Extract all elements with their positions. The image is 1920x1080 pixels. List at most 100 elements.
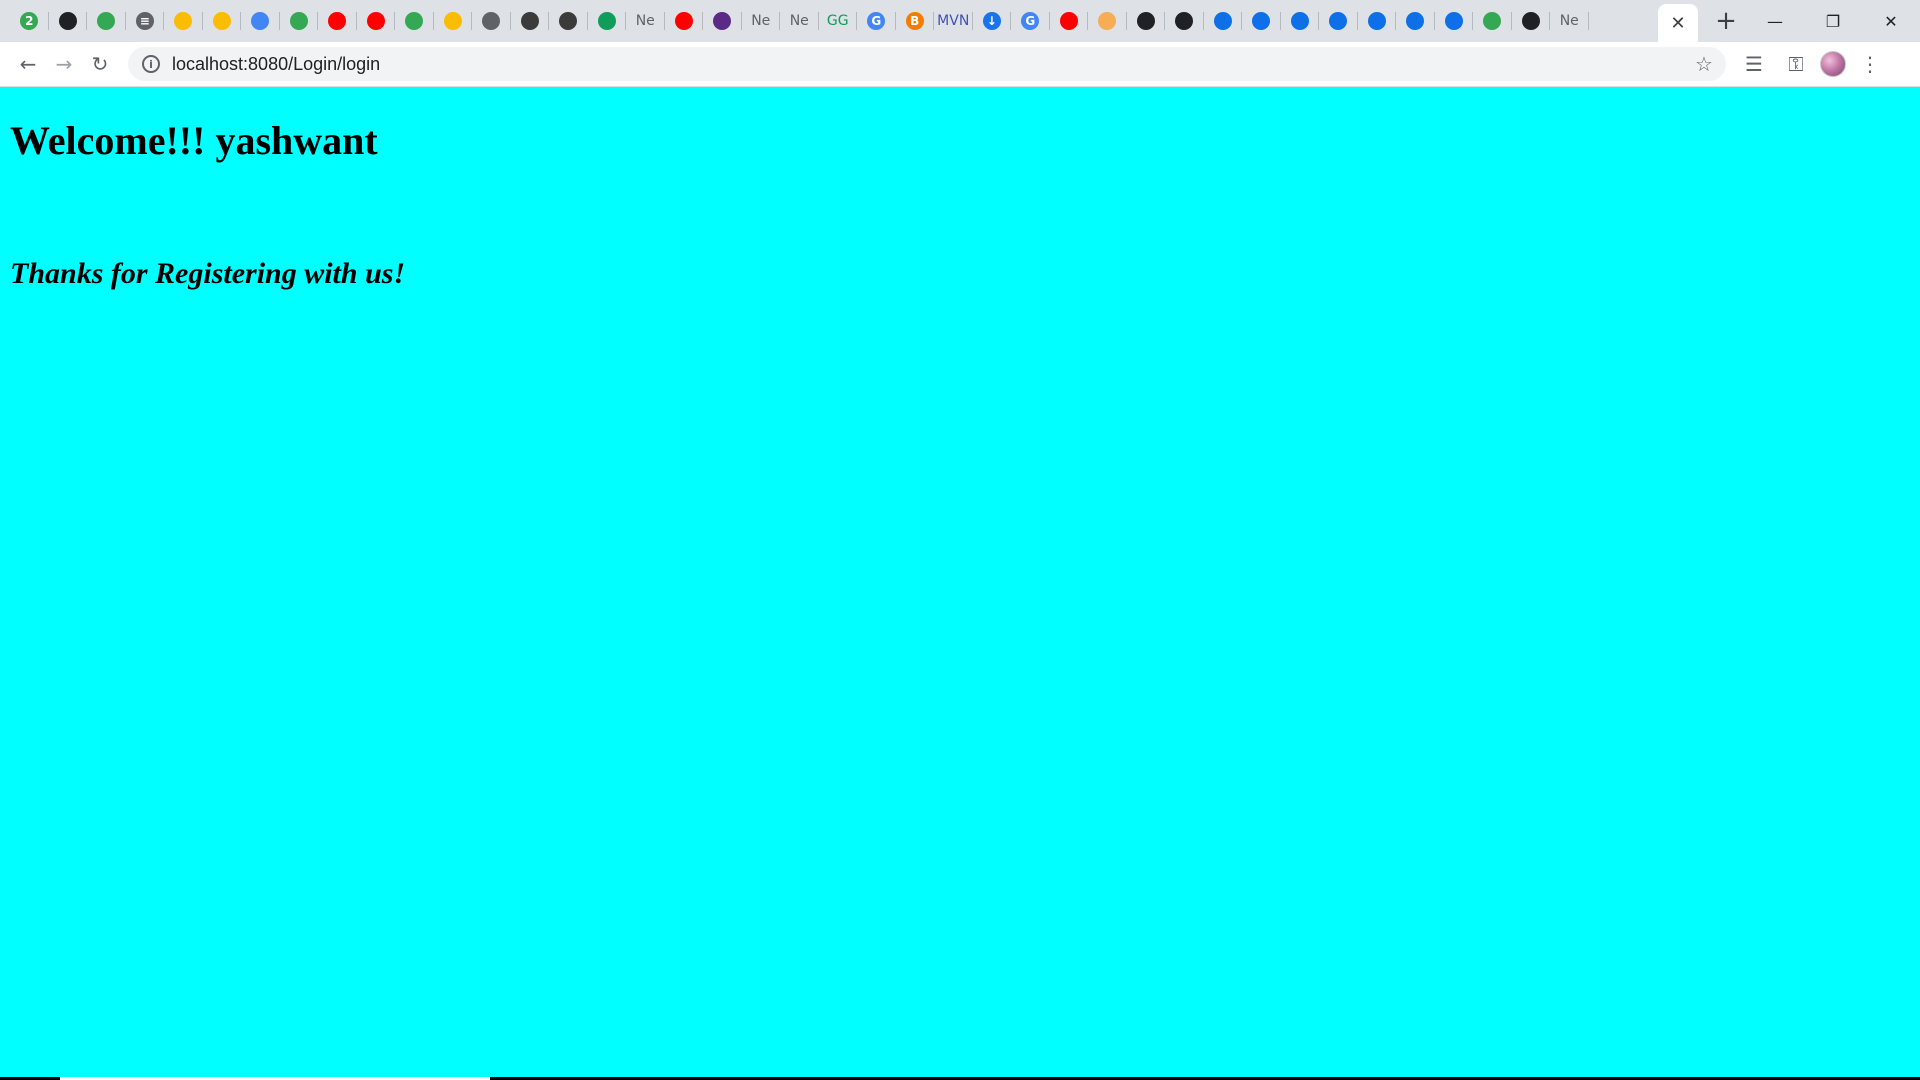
tab[interactable]: Ne	[1550, 0, 1589, 42]
thanks-message: Thanks for Registering with us!	[10, 257, 406, 290]
youtube-icon	[328, 12, 347, 30]
teamviewer-icon	[1213, 12, 1232, 30]
tab[interactable]	[1050, 0, 1089, 42]
image-icon	[559, 12, 578, 30]
tab[interactable]	[1435, 0, 1474, 42]
back-button[interactable]: ←	[10, 46, 46, 82]
tab-icon-text: GG	[826, 13, 849, 29]
tab[interactable]	[703, 0, 742, 42]
tab[interactable]	[203, 0, 242, 42]
tab[interactable]: ≡	[126, 0, 165, 42]
tab[interactable]	[588, 0, 627, 42]
teamviewer-icon	[1252, 12, 1271, 30]
tab-icon-text: Ne	[751, 13, 771, 29]
close-button[interactable]: ✕	[1862, 0, 1920, 42]
window-controls: — ❐ ✕	[1746, 0, 1920, 42]
tab[interactable]: G	[857, 0, 896, 42]
teamviewer-icon	[1290, 12, 1309, 30]
tab[interactable]: B	[896, 0, 935, 42]
tab[interactable]	[472, 0, 511, 42]
tab[interactable]	[1512, 0, 1551, 42]
badge-2-icon: 2	[20, 12, 39, 30]
profile-avatar[interactable]	[1820, 51, 1846, 77]
url-text[interactable]: localhost:8080/Login/login	[172, 54, 1692, 75]
tab[interactable]	[1242, 0, 1281, 42]
forward-button[interactable]: →	[46, 46, 82, 82]
tab[interactable]: Ne	[626, 0, 665, 42]
teamviewer-icon	[1406, 12, 1425, 30]
bookmark-star-icon[interactable]: ☆	[1692, 52, 1716, 76]
text-ne-icon: Ne	[1560, 12, 1579, 30]
tab-icon-glyph: ↓	[986, 14, 997, 28]
tab[interactable]	[1319, 0, 1358, 42]
tab[interactable]: MVN	[934, 0, 973, 42]
close-icon[interactable]: ✕	[1669, 13, 1687, 34]
blogger-icon: B	[905, 12, 924, 30]
geeksforgeeks-icon: GG	[827, 12, 849, 30]
page-content: Welcome!!! yashwant Thanks for Registeri…	[0, 87, 1920, 1080]
menu-lines-icon: ≡	[135, 12, 154, 30]
tab-active[interactable]: ✕	[1658, 4, 1698, 42]
tab[interactable]	[1127, 0, 1166, 42]
tab[interactable]	[665, 0, 704, 42]
tab[interactable]	[1473, 0, 1512, 42]
tab[interactable]	[395, 0, 434, 42]
youtube-icon	[1059, 12, 1078, 30]
tab-icon-text: Ne	[635, 13, 655, 29]
text-ne-icon: Ne	[751, 12, 770, 30]
tab[interactable]: GG	[819, 0, 858, 42]
reload-button[interactable]: ↻	[82, 46, 118, 82]
tab[interactable]	[164, 0, 203, 42]
teamviewer-icon	[1329, 12, 1348, 30]
google-drive-icon	[212, 12, 231, 30]
new-tab-button[interactable]: +	[1706, 0, 1746, 42]
tab[interactable]: Ne	[780, 0, 819, 42]
github-icon	[1521, 12, 1540, 30]
tab[interactable]	[1396, 0, 1435, 42]
download-icon: ↓	[982, 12, 1001, 30]
shield-icon	[289, 12, 308, 30]
tab[interactable]	[1088, 0, 1127, 42]
tab-icon-glyph: B	[910, 14, 920, 28]
tab[interactable]	[357, 0, 396, 42]
tab[interactable]	[49, 0, 88, 42]
tab-icon-text: Ne	[789, 13, 809, 29]
tab[interactable]	[87, 0, 126, 42]
tab[interactable]: ↓	[973, 0, 1012, 42]
github-outline-icon	[97, 12, 116, 30]
tab-icon-glyph: ≡	[139, 14, 150, 28]
teamviewer-icon	[1367, 12, 1386, 30]
github-icon	[58, 12, 77, 30]
shield-icon	[405, 12, 424, 30]
tab-strip: 2 ≡ Ne Ne Ne GG G B MVN ↓ G Ne ✕ + — ❐ ✕	[0, 0, 1920, 42]
tab[interactable]	[1165, 0, 1204, 42]
tab[interactable]	[1358, 0, 1397, 42]
google-drive-icon	[443, 12, 462, 30]
restore-button[interactable]: ❐	[1804, 0, 1862, 42]
tab[interactable]	[549, 0, 588, 42]
tab[interactable]	[434, 0, 473, 42]
minimize-button[interactable]: —	[1746, 0, 1804, 42]
tab[interactable]: Ne	[742, 0, 781, 42]
tab[interactable]	[318, 0, 357, 42]
tab[interactable]: G	[1011, 0, 1050, 42]
text-ne-icon: Ne	[790, 12, 809, 30]
tab[interactable]	[1204, 0, 1243, 42]
site-info-icon[interactable]: i	[142, 55, 160, 73]
hand-icon	[1098, 12, 1117, 30]
tab[interactable]	[280, 0, 319, 42]
password-key-icon[interactable]: ⚿	[1778, 46, 1814, 82]
text-ne-icon: Ne	[636, 12, 655, 30]
tab[interactable]	[1281, 0, 1320, 42]
address-bar[interactable]: i localhost:8080/Login/login ☆	[128, 47, 1726, 81]
bolt-icon	[713, 12, 732, 30]
gift-icon	[174, 12, 193, 30]
tab[interactable]	[241, 0, 280, 42]
welcome-heading: Welcome!!! yashwant	[10, 118, 378, 163]
reading-list-icon[interactable]: ☰	[1736, 46, 1772, 82]
tab[interactable]: 2	[10, 0, 49, 42]
tab[interactable]	[511, 0, 550, 42]
google-icon: G	[867, 12, 886, 30]
menu-icon[interactable]: ⋮	[1852, 46, 1888, 82]
google-docs-icon	[251, 12, 270, 30]
